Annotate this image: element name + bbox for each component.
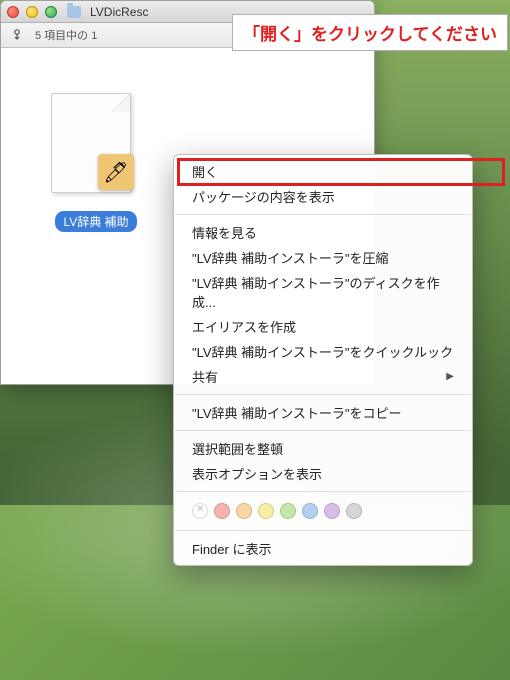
- folder-icon: [67, 6, 81, 18]
- menu-share[interactable]: 共有 ▶: [174, 364, 472, 389]
- label-orange[interactable]: [236, 503, 252, 519]
- zoom-button[interactable]: [45, 6, 57, 18]
- menu-reveal-in-finder-label: Finder に表示: [192, 539, 271, 558]
- menu-make-alias-label: エイリアスを作成: [192, 317, 296, 336]
- menu-quick-look[interactable]: "LV辞典 補助インストーラ"をクイックルック: [174, 339, 472, 364]
- menu-package-contents[interactable]: パッケージの内容を表示: [174, 184, 472, 209]
- menu-clean-up[interactable]: 選択範囲を整頓: [174, 436, 472, 461]
- menu-get-info-label: 情報を見る: [192, 223, 257, 242]
- menu-separator: [175, 491, 471, 492]
- menu-reveal-in-finder[interactable]: Finder に表示: [174, 536, 472, 561]
- label-green[interactable]: [280, 503, 296, 519]
- menu-compress-label: "LV辞典 補助インストーラ"を圧縮: [192, 248, 389, 267]
- instruction-callout: 「開く」をクリックしてください: [232, 14, 508, 51]
- action-menu-icon[interactable]: [9, 27, 25, 43]
- menu-get-info[interactable]: 情報を見る: [174, 220, 472, 245]
- menu-copy[interactable]: "LV辞典 補助インストーラ"をコピー: [174, 400, 472, 425]
- menu-view-options[interactable]: 表示オプションを表示: [174, 461, 472, 486]
- menu-quick-look-label: "LV辞典 補助インストーラ"をクイックルック: [192, 342, 453, 361]
- file-label: LV辞典 補助: [55, 211, 136, 232]
- label-purple[interactable]: [324, 503, 340, 519]
- menu-open-label: 開く: [192, 162, 218, 181]
- status-text: 5 項目中の 1: [35, 27, 97, 43]
- menu-package-contents-label: パッケージの内容を表示: [192, 187, 335, 206]
- context-menu: 開く パッケージの内容を表示 情報を見る "LV辞典 補助インストーラ"を圧縮 …: [173, 154, 473, 566]
- menu-compress[interactable]: "LV辞典 補助インストーラ"を圧縮: [174, 245, 472, 270]
- label-color-row: [174, 497, 472, 525]
- close-button[interactable]: [7, 6, 19, 18]
- menu-separator: [175, 394, 471, 395]
- label-gray[interactable]: [346, 503, 362, 519]
- menu-separator: [175, 530, 471, 531]
- menu-make-alias[interactable]: エイリアスを作成: [174, 314, 472, 339]
- label-yellow[interactable]: [258, 503, 274, 519]
- label-blue[interactable]: [302, 503, 318, 519]
- menu-burn-disc-label: "LV辞典 補助インストーラ"のディスクを作成...: [192, 273, 454, 311]
- menu-separator: [175, 214, 471, 215]
- menu-copy-label: "LV辞典 補助インストーラ"をコピー: [192, 403, 402, 422]
- script-app-icon: 🖊: [51, 93, 141, 203]
- label-none[interactable]: [192, 503, 208, 519]
- menu-separator: [175, 430, 471, 431]
- menu-open[interactable]: 開く: [174, 159, 472, 184]
- menu-burn-disc[interactable]: "LV辞典 補助インストーラ"のディスクを作成...: [174, 270, 472, 314]
- menu-clean-up-label: 選択範囲を整頓: [192, 439, 283, 458]
- file-item[interactable]: 🖊 LV辞典 補助: [41, 93, 151, 232]
- label-red[interactable]: [214, 503, 230, 519]
- window-title: LVDicResc: [90, 5, 148, 19]
- submenu-arrow-icon: ▶: [446, 371, 454, 382]
- menu-view-options-label: 表示オプションを表示: [192, 464, 322, 483]
- traffic-lights: [7, 6, 57, 18]
- minimize-button[interactable]: [26, 6, 38, 18]
- menu-share-label: 共有: [192, 367, 218, 386]
